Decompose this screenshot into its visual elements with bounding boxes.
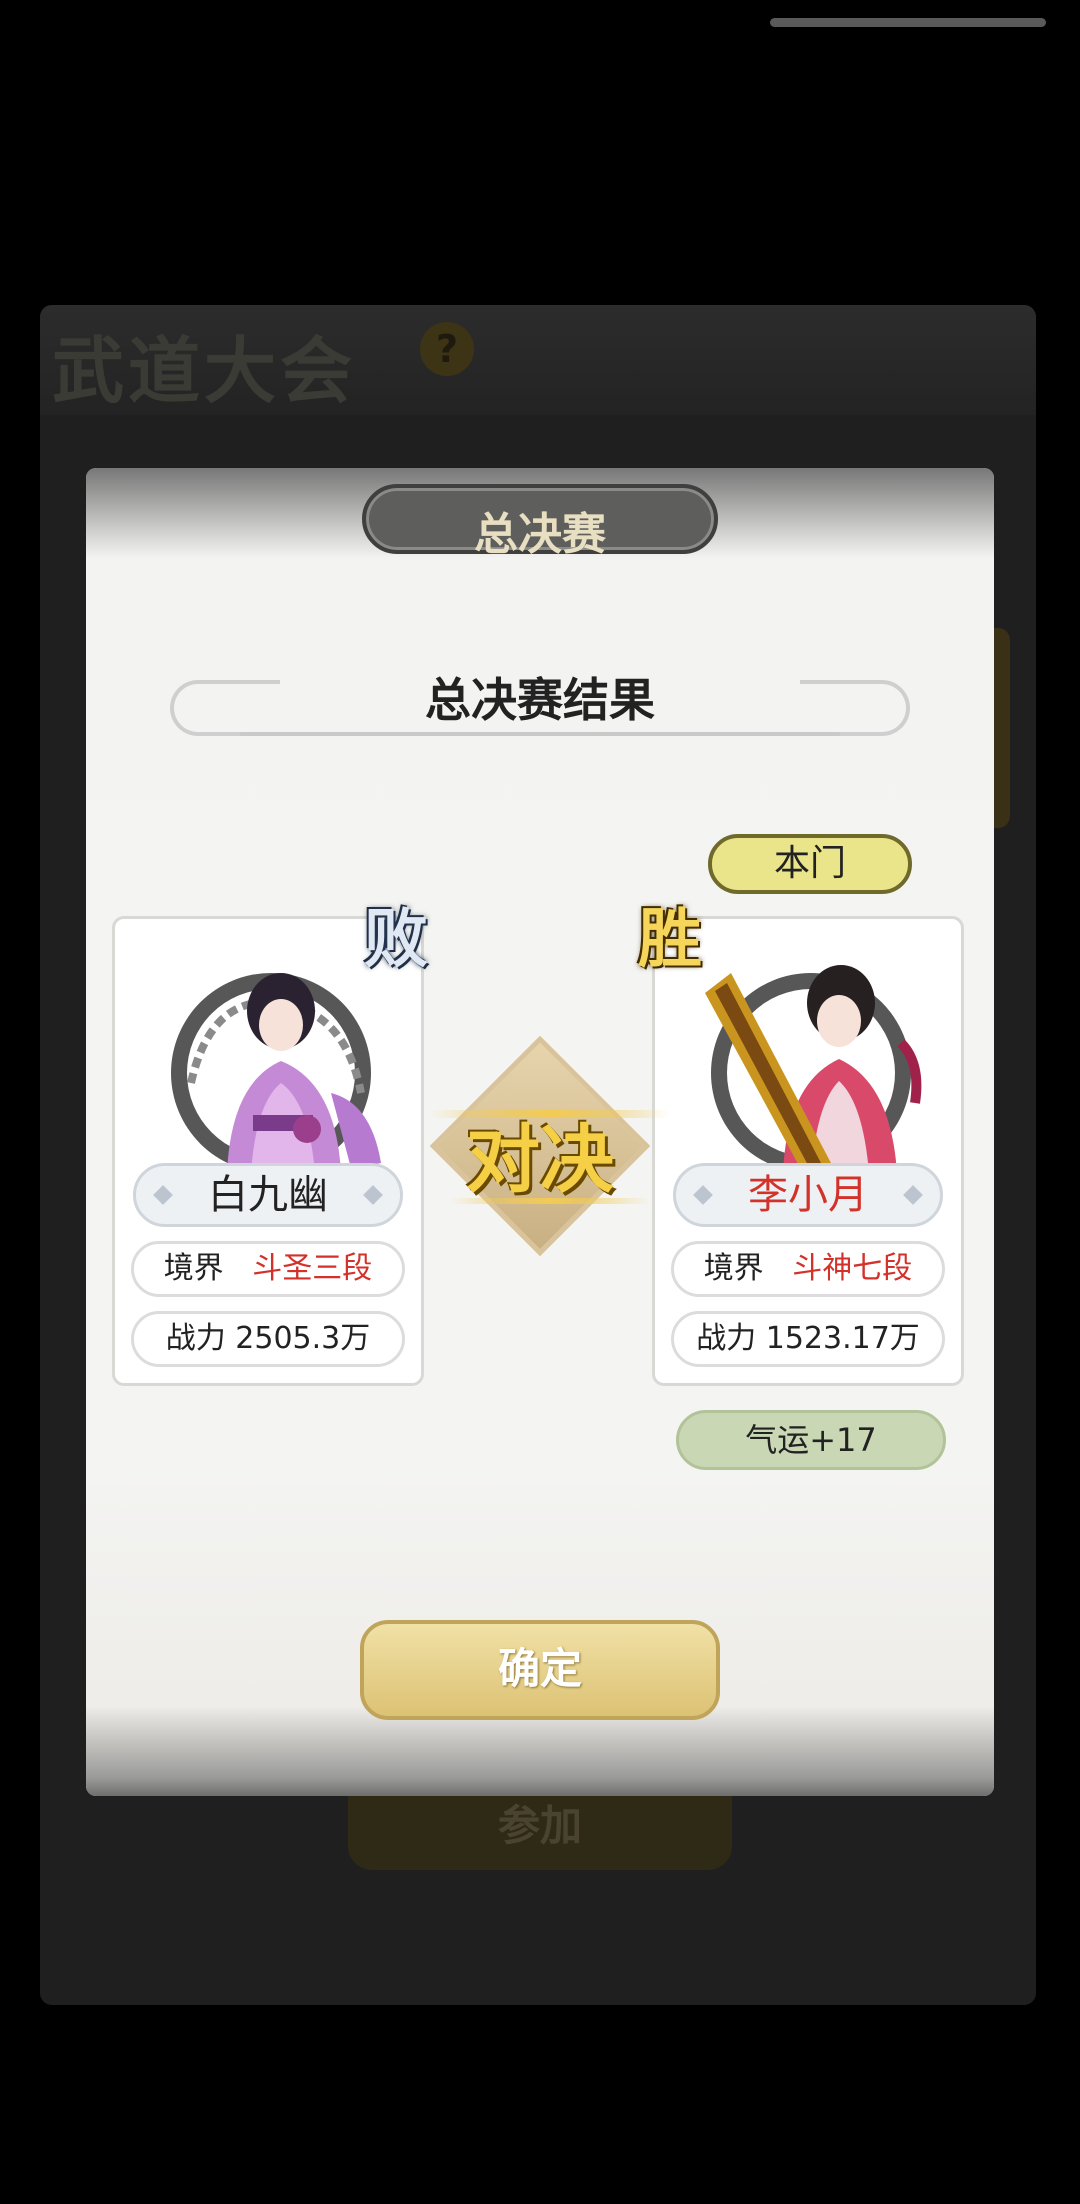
loser-power: 战力 2505.3万 — [131, 1311, 405, 1367]
join-button-label: 参加 — [497, 1801, 582, 1850]
loser-card: 白九幽 境界 斗圣三段 战力 2505.3万 — [112, 916, 424, 1386]
winner-portrait — [705, 965, 922, 1173]
loser-name: 白九幽 — [133, 1163, 403, 1227]
power-value: 2505.3万 — [235, 1321, 371, 1356]
winner-name: 李小月 — [673, 1163, 943, 1227]
realm-label: 境界 — [163, 1251, 224, 1286]
lose-badge: 败 — [364, 902, 428, 977]
subtitle-underline — [240, 732, 840, 736]
loser-realm: 境界 斗圣三段 — [131, 1241, 405, 1297]
home-indicator — [770, 18, 1046, 27]
realm-value: 斗神七段 — [792, 1251, 913, 1286]
result-subtitle: 总决赛结果 — [425, 673, 655, 727]
winner-card: 李小月 境界 斗神七段 战力 1523.17万 — [652, 916, 964, 1386]
diamond-ornament-icon — [693, 1185, 713, 1205]
confirm-button[interactable]: 确定 — [360, 1620, 720, 1720]
win-badge: 胜 — [638, 902, 702, 977]
reward-luck: 气运+17 — [676, 1410, 946, 1470]
winner-power: 战力 1523.17万 — [671, 1311, 945, 1367]
loser-name-text: 白九幽 — [208, 1172, 328, 1218]
help-icon[interactable]: ? — [420, 322, 474, 376]
winner-name-text: 李小月 — [748, 1172, 868, 1218]
modal-header: 总决赛 — [362, 484, 718, 560]
realm-label: 境界 — [703, 1251, 764, 1286]
realm-value: 斗圣三段 — [252, 1251, 373, 1286]
winner-realm: 境界 斗神七段 — [671, 1241, 945, 1297]
background-title: 武道大会 — [52, 328, 357, 413]
sect-tag: 本门 — [708, 834, 912, 894]
diamond-ornament-icon — [903, 1185, 923, 1205]
power-label: 战力 — [165, 1321, 226, 1356]
modal-header-label: 总决赛 — [474, 509, 606, 560]
diamond-ornament-icon — [363, 1185, 383, 1205]
power-value: 1523.17万 — [765, 1321, 920, 1356]
power-label: 战力 — [696, 1321, 757, 1356]
diamond-ornament-icon — [153, 1185, 173, 1205]
versus-label: 对决 — [466, 1117, 614, 1203]
